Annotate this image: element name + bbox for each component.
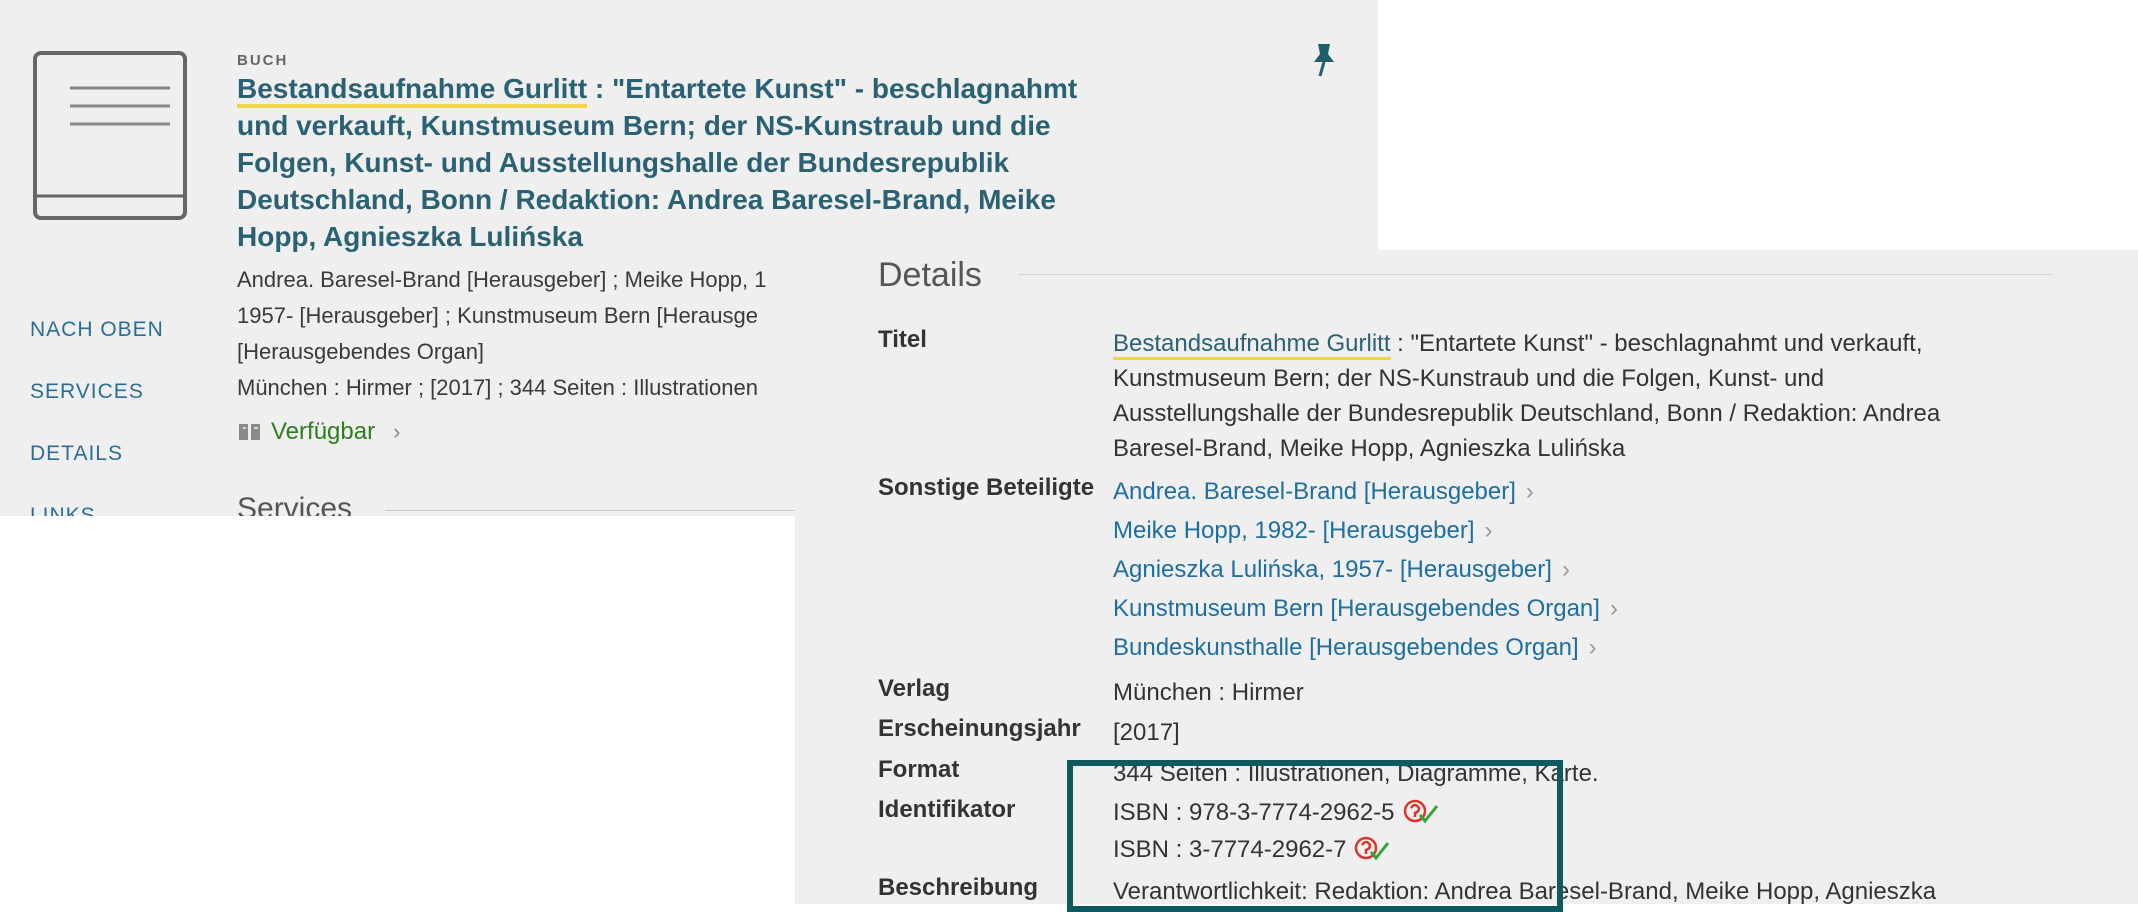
services-divider	[385, 510, 805, 511]
year-label: Erscheinungsjahr	[878, 715, 1081, 742]
title-text-line: Baresel-Brand, Meike Hopp, Agnieszka Lul…	[1113, 435, 1626, 462]
identifier-label: Identifikator	[878, 796, 1016, 823]
details-heading: Details	[878, 256, 982, 294]
details-row-year: Erscheinungsjahr [2017]	[878, 715, 2118, 753]
record-meta-line: München : Hirmer ; [2017] ; 344 Seiten :…	[237, 375, 758, 400]
title-link[interactable]: Bestandsaufnahme Gurlitt	[1113, 330, 1391, 360]
title-text-line: : "Entartete Kunst" - beschlagnahmt und …	[1390, 330, 1923, 357]
identifier-focus-box	[1067, 760, 1563, 912]
side-nav-links[interactable]: LINKS	[30, 504, 164, 516]
chevron-right-icon: ›	[1561, 556, 1570, 583]
chevron-right-icon: ›	[1484, 517, 1493, 544]
chevron-right-icon: ›	[1525, 478, 1534, 505]
contributor-link[interactable]: Kunstmuseum Bern [Herausgebendes Organ] ›	[1113, 589, 2013, 628]
publisher-value: München : Hirmer	[1113, 679, 1304, 706]
services-heading: Services	[237, 492, 353, 516]
side-nav-top[interactable]: NACH OBEN	[30, 318, 164, 380]
contributors-label: Sonstige Beteiligte	[878, 474, 1095, 501]
pin-icon[interactable]	[1310, 40, 1338, 80]
title-value: Bestandsaufnahme Gurlitt : "Entartete Ku…	[1113, 326, 2013, 466]
title-text-line: Kunstmuseum Bern; der NS-Kunstraub und d…	[1113, 365, 1825, 392]
format-label: Format	[878, 756, 960, 783]
details-row-contributors: Sonstige Beteiligte Andrea. Baresel-Bran…	[878, 472, 2118, 672]
contributor-link[interactable]: Bundeskunsthalle [Herausgebendes Organ] ›	[1113, 628, 2013, 667]
record-meta-line: Andrea. Baresel-Brand [Herausgeber] ; Me…	[237, 267, 767, 292]
contributors-list: Andrea. Baresel-Brand [Herausgeber] › Mei…	[1113, 472, 2013, 667]
description-label: Beschreibung	[878, 874, 1039, 901]
availability-label[interactable]: Verfügbar	[271, 418, 375, 446]
side-nav-services[interactable]: SERVICES	[30, 380, 164, 442]
contributor-link[interactable]: Agnieszka Lulińska, 1957- [Herausgeber] ›	[1113, 550, 2013, 589]
contributor-link-text[interactable]: Agnieszka Lulińska, 1957- [Herausgeber]	[1113, 556, 1552, 583]
details-row-title: Titel Bestandsaufnahme Gurlitt : "Entart…	[878, 326, 2118, 466]
title-label: Titel	[878, 326, 927, 353]
record-meta-line: 1957- [Herausgeber] ; Kunstmuseum Bern […	[237, 303, 758, 328]
side-nav-details[interactable]: DETAILS	[30, 442, 164, 504]
record-meta-line: [Herausgebendes Organ]	[237, 339, 485, 364]
book-icon	[33, 51, 187, 220]
title-text-line: Ausstellungshalle der Bundesrepublik Deu…	[1113, 400, 1941, 427]
contributor-link-text[interactable]: Meike Hopp, 1982- [Herausgeber]	[1113, 517, 1475, 544]
publisher-label: Verlag	[878, 675, 951, 702]
record-title-link[interactable]: Bestandsaufnahme Gurlitt	[237, 73, 588, 108]
chevron-right-icon: ›	[1609, 595, 1618, 622]
record-type: BUCH	[237, 52, 289, 69]
details-divider	[1018, 274, 2053, 275]
details-row-publisher: Verlag München : Hirmer	[878, 675, 2118, 713]
record-title[interactable]: Bestandsaufnahme Gurlitt : "Entartete Ku…	[237, 70, 1117, 255]
availability-link[interactable]: Verfügbar ›	[237, 418, 400, 446]
book-availability-icon	[239, 424, 260, 440]
contributor-link[interactable]: Andrea. Baresel-Brand [Herausgeber] ›	[1113, 472, 2013, 511]
contributor-link-text[interactable]: Bundeskunsthalle [Herausgebendes Organ]	[1113, 634, 1579, 661]
contributor-link[interactable]: Meike Hopp, 1982- [Herausgeber] ›	[1113, 511, 2013, 550]
record-meta: Andrea. Baresel-Brand [Herausgeber] ; Me…	[237, 262, 797, 406]
chevron-right-icon: ›	[393, 419, 401, 444]
side-nav: NACH OBEN SERVICES DETAILS LINKS	[30, 318, 164, 516]
chevron-right-icon: ›	[1588, 634, 1597, 661]
contributor-link-text[interactable]: Kunstmuseum Bern [Herausgebendes Organ]	[1113, 595, 1600, 622]
contributor-link-text[interactable]: Andrea. Baresel-Brand [Herausgeber]	[1113, 478, 1516, 505]
year-value: [2017]	[1113, 719, 1180, 746]
